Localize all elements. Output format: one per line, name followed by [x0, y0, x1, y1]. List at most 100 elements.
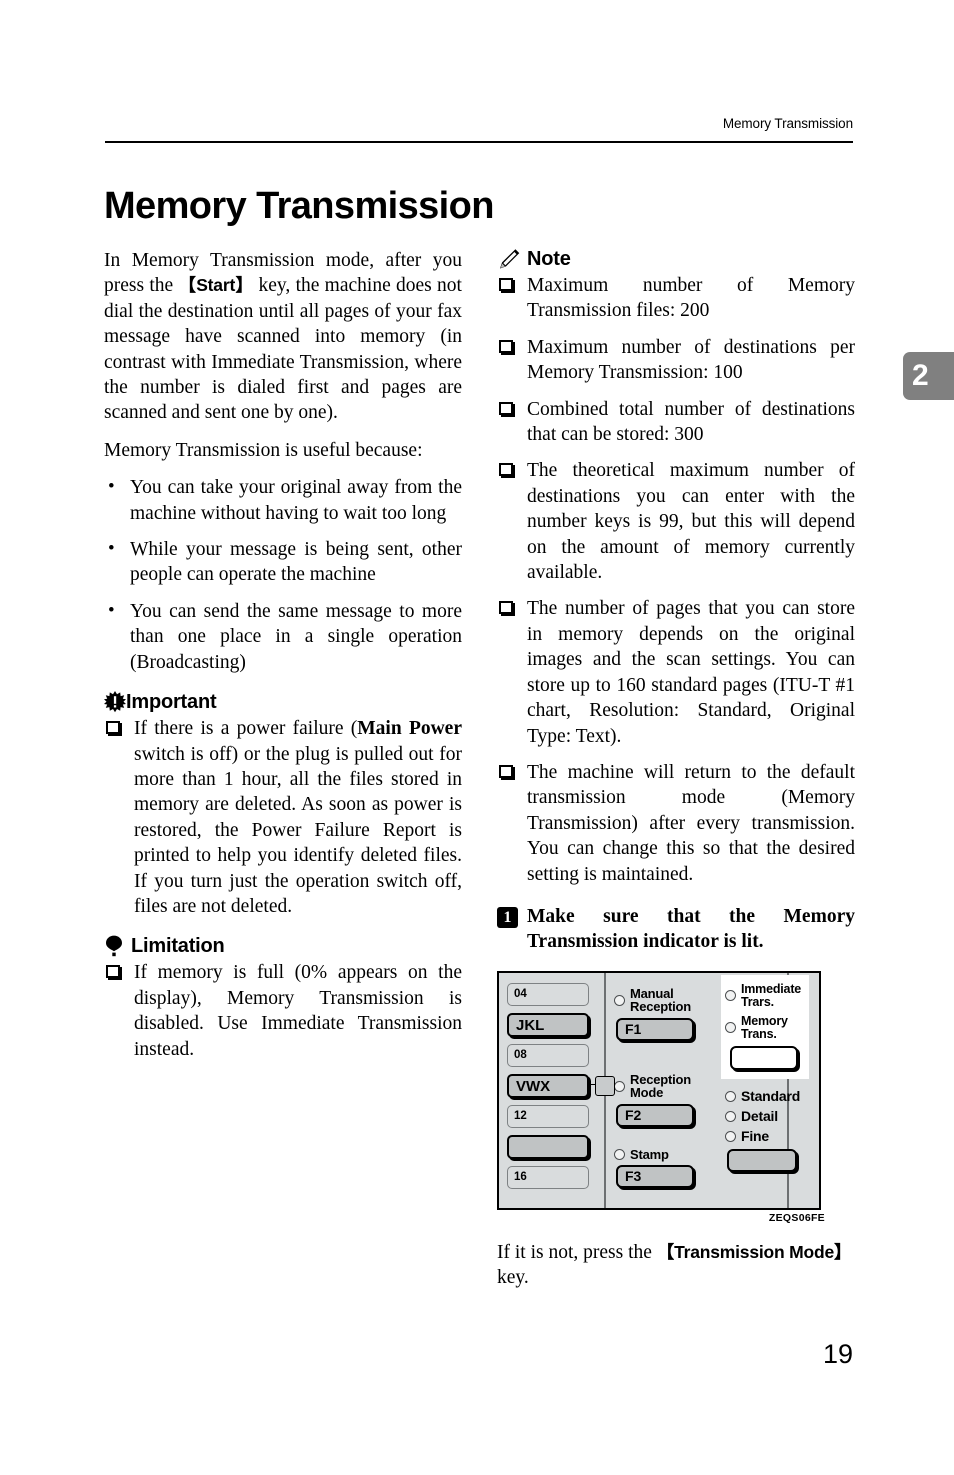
transmission-mode-group: Immediate Trars. Memory Trans. [721, 974, 809, 1079]
function-group-manual-reception: Manual Reception F1 [614, 987, 714, 1041]
checkbox-marker-icon [499, 463, 513, 477]
left-column: In Memory Transmission mode, after you p… [104, 248, 462, 1062]
after-figure-text-b: key. [497, 1267, 529, 1289]
control-panel-figure: 04 JKL 08 VWX 12 16 Manual Reception F1 … [497, 970, 827, 1224]
list-item: While your message is being sent, other … [104, 536, 462, 588]
list-item: Combined total number of destinations th… [497, 397, 855, 448]
transmission-mode-key-label: 【Transmission Mode】 [656, 1241, 852, 1262]
step-number-badge: 1 [497, 906, 518, 928]
list-item: The number of pages that you can store i… [497, 596, 855, 748]
list-item: You can take your original away from the… [104, 474, 462, 526]
transmission-mode-key[interactable] [730, 1045, 798, 1070]
note-label: Note [527, 248, 571, 270]
checkbox-marker-icon [106, 965, 120, 979]
manual-reception-lamp-row: Manual Reception [614, 987, 714, 1014]
quick-dial-key-jkl[interactable]: JKL [507, 1012, 589, 1037]
fine-row: Fine [725, 1127, 809, 1144]
list-item: Maximum number of Memory Transmission fi… [497, 273, 855, 324]
checkbox-marker-icon [106, 721, 120, 735]
checkbox-marker-icon [499, 339, 513, 353]
important-text-b: switch is off) or the plug is pulled out… [134, 743, 462, 917]
quick-dial-key-04[interactable]: 04 [507, 982, 589, 1006]
page-number: 19 [822, 1339, 853, 1369]
right-column: Note Maximum number of Memory Transmissi… [497, 248, 855, 1310]
step-text: Make sure that the Memory Transmission i… [527, 905, 855, 953]
limitation-label: Limitation [131, 935, 225, 958]
detail-row: Detail [725, 1107, 809, 1124]
note-text: The theoretical maximum number of destin… [527, 460, 855, 584]
intro-paragraph-2: Memory Transmission is useful because: [104, 439, 423, 461]
list-item: The theoretical maximum number of destin… [497, 458, 855, 585]
standard-lamp-icon [725, 1090, 736, 1102]
quick-dial-key-blank[interactable] [507, 1134, 589, 1159]
note-text: The machine will return to the default t… [527, 761, 855, 885]
step-1: 1 Make sure that the Memory Transmission … [497, 904, 855, 955]
start-key-label: 【Start】 [178, 275, 254, 296]
page-title: Memory Transmission [104, 185, 494, 228]
after-figure-text: If it is not, press the 【Transmission Mo… [497, 1240, 855, 1291]
quick-dial-key-12[interactable]: 12 [507, 1104, 589, 1128]
function-key-f1[interactable]: F1 [616, 1017, 694, 1041]
function-key-f3[interactable]: F3 [616, 1165, 694, 1189]
checkbox-marker-icon [499, 764, 513, 778]
important-text-a: If there is a power failure ( [134, 718, 358, 740]
function-group-stamp: Stamp F3 [614, 1148, 714, 1189]
control-panel: 04 JKL 08 VWX 12 16 Manual Reception F1 … [497, 970, 821, 1210]
reception-mode-lamp-icon [614, 1080, 625, 1092]
quick-dial-key-vwx[interactable]: VWX [507, 1073, 589, 1098]
important-heading: Important [104, 691, 462, 713]
limitation-text: If memory is full (0% appears on the dis… [134, 962, 462, 1060]
after-figure-text-a: If it is not, press the [497, 1241, 657, 1263]
note-list: Maximum number of Memory Transmission fi… [497, 273, 855, 887]
callout-marker [595, 1075, 615, 1096]
resolution-key[interactable] [727, 1148, 797, 1172]
fine-lamp-icon [725, 1130, 736, 1142]
limitation-balloon-icon [104, 935, 124, 957]
standard-label: Standard [741, 1087, 801, 1104]
quick-dial-key-08[interactable]: 08 [507, 1043, 589, 1067]
manual-reception-lamp-icon [614, 994, 625, 1006]
document-page: Memory Transmission 2 Memory Transmissio… [0, 0, 954, 1475]
figure-caption: ZEQS06FE [768, 1211, 825, 1224]
stamp-label: Stamp [630, 1146, 669, 1162]
important-starburst-icon [104, 691, 126, 713]
stamp-lamp-icon [614, 1149, 625, 1160]
detail-label: Detail [741, 1107, 778, 1124]
limitation-heading: Limitation [104, 935, 462, 957]
function-group-reception-mode: Reception Mode F2 [614, 1073, 714, 1127]
checkbox-marker-icon [499, 401, 513, 415]
resolution-group: Standard Detail Fine [725, 1087, 809, 1172]
important-list: If there is a power failure (Main Power … [104, 716, 462, 919]
note-heading: Note [497, 248, 855, 270]
memory-transmission-label: Memory Trans. [741, 1013, 788, 1041]
note-text: Maximum number of Memory Transmission fi… [527, 275, 855, 322]
intro-text-b: key, the machine does not dial the desti… [104, 275, 462, 424]
running-header: Memory Transmission [722, 116, 853, 131]
quick-dial-key-stack: 04 JKL 08 VWX 12 16 [499, 973, 604, 1208]
immediate-transmission-lamp-icon [725, 990, 736, 1002]
immediate-transmission-label: Immediate Trars. [741, 981, 802, 1009]
note-text: The number of pages that you can store i… [527, 598, 855, 747]
stamp-lamp-row: Stamp [614, 1148, 714, 1162]
detail-lamp-icon [725, 1110, 736, 1122]
immediate-trans-row: Immediate Trars. [725, 981, 809, 1009]
standard-row: Standard [725, 1087, 809, 1104]
benefits-list: You can take your original away from the… [104, 474, 462, 675]
limitation-list: If memory is full (0% appears on the dis… [104, 960, 462, 1062]
note-pencil-icon [497, 248, 521, 270]
quick-dial-key-16[interactable]: 16 [507, 1165, 589, 1189]
list-item: Maximum number of destinations per Memor… [497, 335, 855, 386]
reception-mode-lamp-row: Reception Mode [614, 1073, 714, 1100]
note-text: Maximum number of destinations per Memor… [527, 336, 855, 384]
reception-mode-label: Reception Mode [630, 1071, 692, 1101]
list-item: If there is a power failure (Main Power … [104, 716, 462, 919]
memory-transmission-lamp-icon [725, 1022, 736, 1034]
checkbox-marker-icon [499, 601, 513, 615]
important-label: Important [126, 691, 217, 714]
intro-paragraph-1: In Memory Transmission mode, after you p… [104, 248, 462, 426]
list-item: You can send the same message to more th… [104, 598, 462, 675]
memory-trans-row: Memory Trans. [725, 1013, 809, 1041]
fine-label: Fine [741, 1127, 769, 1144]
function-key-f2[interactable]: F2 [616, 1103, 694, 1127]
main-power-bold: Main Power [357, 718, 462, 740]
